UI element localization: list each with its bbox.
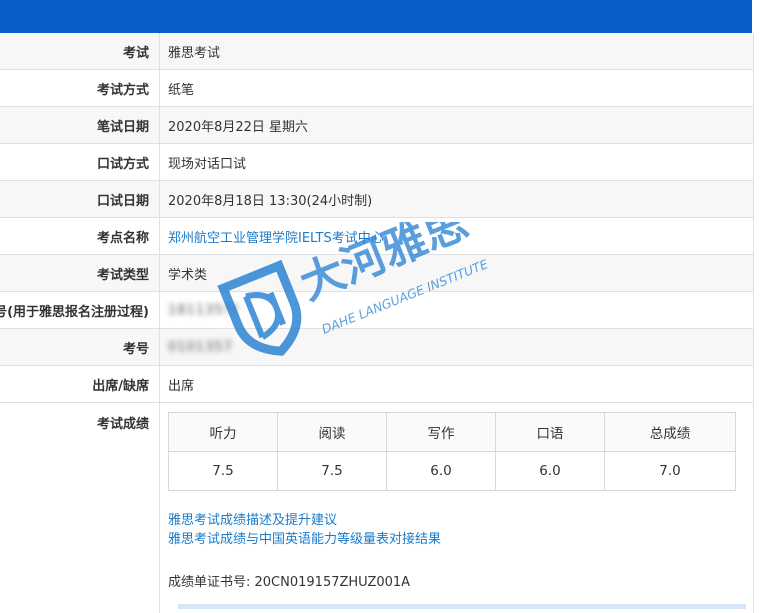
label-candidate-number: 考号	[0, 329, 160, 365]
value-exam: 雅思考试	[160, 33, 754, 69]
score-description-link[interactable]: 雅思考试成绩描述及提升建议	[168, 511, 745, 530]
label-attendance: 出席/缺席	[0, 366, 160, 402]
score-table: 听力 阅读 写作 口语 总成绩 7.5 7.5 6.0 6.0 7.0	[168, 412, 736, 491]
score-header-writing: 写作	[386, 412, 496, 452]
row-test-centre: 考点名称 郑州航空工业管理学院IELTS考试中心	[0, 218, 754, 255]
row-speaking-mode: 口试方式 现场对话口试	[0, 144, 754, 181]
score-header-listening: 听力	[168, 412, 278, 452]
value-speaking-date: 2020年8月18日 13:30(24小时制)	[160, 181, 754, 217]
score-reading: 7.5	[277, 451, 387, 491]
value-attendance: 出席	[160, 366, 754, 402]
value-candidate-number: 0101357	[160, 329, 754, 365]
label-exam: 考试	[0, 33, 160, 69]
label-scores: 考试成绩	[0, 403, 160, 613]
value-written-date: 2020年8月22日 星期六	[160, 107, 754, 143]
score-header-overall: 总成绩	[604, 412, 736, 452]
label-test-type: 考试类型	[0, 255, 160, 291]
value-registration-id: 181135??	[160, 292, 754, 328]
score-value-row: 7.5 7.5 6.0 6.0 7.0	[168, 451, 736, 491]
value-scores: 听力 阅读 写作 口语 总成绩 7.5 7.5 6.0 6.0 7.0 雅思考试…	[160, 403, 754, 613]
row-exam: 考试 雅思考试	[0, 33, 754, 70]
row-registration-id: 号(用于雅思报名注册过程) 181135??	[0, 292, 754, 329]
top-header-bar	[0, 0, 752, 33]
score-header-speaking: 口语	[495, 412, 605, 452]
label-registration-id: 号(用于雅思报名注册过程)	[0, 292, 160, 328]
label-speaking-date: 口试日期	[0, 181, 160, 217]
cefr-alignment-link[interactable]: 雅思考试成绩与中国英语能力等级量表对接结果	[168, 530, 745, 549]
label-written-date: 笔试日期	[0, 107, 160, 143]
label-exam-mode: 考试方式	[0, 70, 160, 106]
label-test-centre: 考点名称	[0, 218, 160, 254]
row-candidate-number: 考号 0101357	[0, 329, 754, 366]
row-scores: 考试成绩 听力 阅读 写作 口语 总成绩 7.5 7.5 6.0 6.0 7.0	[0, 403, 754, 613]
score-links: 雅思考试成绩描述及提升建议 雅思考试成绩与中国英语能力等级量表对接结果	[168, 511, 745, 549]
score-report-table: 考试 雅思考试 考试方式 纸笔 笔试日期 2020年8月22日 星期六 口试方式…	[0, 33, 754, 613]
score-overall: 7.0	[604, 451, 736, 491]
score-writing: 6.0	[386, 451, 496, 491]
score-header-reading: 阅读	[277, 412, 387, 452]
row-exam-mode: 考试方式 纸笔	[0, 70, 754, 107]
row-attendance: 出席/缺席 出席	[0, 366, 754, 403]
value-test-type: 学术类	[160, 255, 754, 291]
row-written-date: 笔试日期 2020年8月22日 星期六	[0, 107, 754, 144]
candidate-number-blurred: 0101357	[168, 339, 233, 355]
value-test-centre: 郑州航空工业管理学院IELTS考试中心	[160, 218, 754, 254]
row-speaking-date: 口试日期 2020年8月18日 13:30(24小时制)	[0, 181, 754, 218]
label-speaking-mode: 口试方式	[0, 144, 160, 180]
row-test-type: 考试类型 学术类	[0, 255, 754, 292]
value-exam-mode: 纸笔	[160, 70, 754, 106]
score-speaking: 6.0	[495, 451, 605, 491]
registration-id-blurred: 181135??	[168, 302, 240, 318]
bottom-panel-edge	[178, 604, 746, 609]
score-header-row: 听力 阅读 写作 口语 总成绩	[168, 412, 736, 452]
certificate-number: 成绩单证书号: 20CN019157ZHUZ001A	[168, 575, 411, 590]
score-listening: 7.5	[168, 451, 278, 491]
value-speaking-mode: 现场对话口试	[160, 144, 754, 180]
test-centre-link[interactable]: 郑州航空工业管理学院IELTS考试中心	[168, 227, 384, 246]
